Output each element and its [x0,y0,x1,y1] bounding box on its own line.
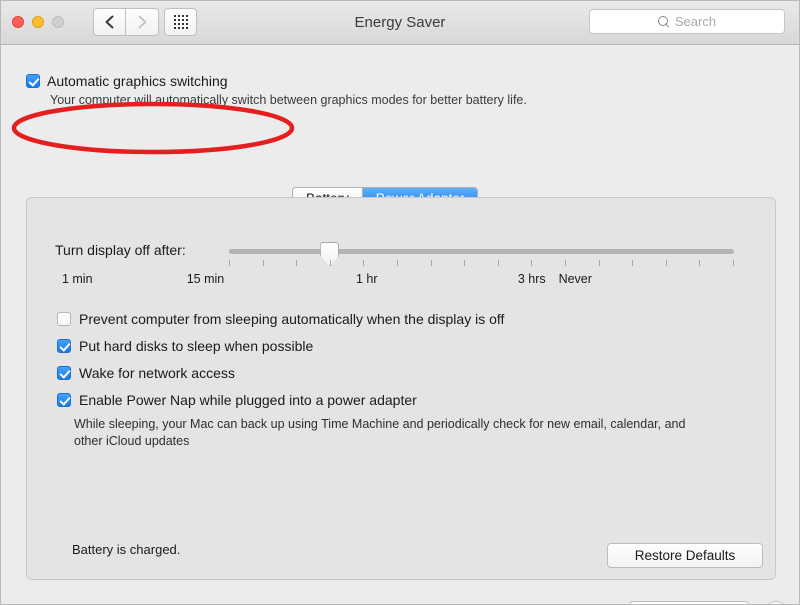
slider-tick [363,260,365,266]
display-sleep-slider-tick-labels: 1 min 15 min 1 hr 3 hrs Never [27,272,775,288]
slider-tick [733,260,734,266]
restore-defaults-button[interactable]: Restore Defaults [607,543,763,568]
energy-saver-window: Energy Saver Search Automatic graphics s… [0,0,800,605]
hard-disk-sleep-label: Put hard disks to sleep when possible [79,338,314,354]
display-sleep-slider-track[interactable] [229,249,734,254]
slider-tick [565,260,566,266]
automatic-graphics-switching-checkbox[interactable] [26,74,40,88]
option-row-wake-network[interactable]: Wake for network access [57,365,504,381]
wake-network-checkbox[interactable] [57,366,71,380]
automatic-graphics-switching-section: Automatic graphics switching Your comput… [26,73,527,107]
slider-scale-label: 3 hrs [517,272,546,286]
search-input[interactable]: Search [589,9,785,34]
window-toolbar: Energy Saver Search [1,1,799,45]
preferences-content: Automatic graphics switching Your comput… [1,45,799,604]
help-button[interactable]: ? [764,601,788,604]
slider-tick [497,260,499,266]
option-row-hard-disk-sleep[interactable]: Put hard disks to sleep when possible [57,338,504,354]
battery-status-text: Battery is charged. [72,542,181,557]
search-placeholder: Search [674,14,717,29]
automatic-graphics-switching-description: Your computer will automatically switch … [50,93,527,107]
annotation-ellipse [11,101,295,155]
slider-tick [699,260,701,266]
slider-tick [430,260,432,266]
prevent-sleep-checkbox[interactable] [57,312,71,326]
hard-disk-sleep-checkbox[interactable] [57,339,71,353]
option-row-power-nap[interactable]: Enable Power Nap while plugged into a po… [57,392,504,408]
prevent-sleep-label: Prevent computer from sleeping automatic… [79,311,505,327]
schedule-button[interactable]: Schedule... [629,601,749,604]
automatic-graphics-switching-label: Automatic graphics switching [47,73,228,89]
slider-tick [665,260,667,266]
slider-tick [531,260,533,266]
display-sleep-slider-label: Turn display off after: [55,242,186,258]
slider-tick [229,260,230,266]
power-adapter-settings-panel: Turn display off after: 1 min 15 min 1 hr 3… [26,197,776,580]
automatic-graphics-switching-checkbox-row[interactable]: Automatic graphics switching [26,73,527,89]
display-sleep-slider-ticks [229,260,734,267]
slider-tick [632,260,634,266]
slider-scale-label: 15 min [186,272,225,286]
slider-tick [296,260,298,266]
power-options-list: Prevent computer from sleeping automatic… [57,311,504,419]
search-icon [657,16,669,27]
slider-scale-label: 1 min [61,272,93,286]
slider-tick [329,260,331,266]
slider-tick [262,260,264,266]
power-nap-checkbox[interactable] [57,393,71,407]
slider-tick [598,260,600,266]
slider-tick [464,260,466,266]
slider-scale-label: 1 hr [355,272,378,286]
power-nap-description: While sleeping, your Mac can back up usi… [74,417,686,448]
slider-scale-label: Never [558,272,592,286]
option-row-prevent-sleep[interactable]: Prevent computer from sleeping automatic… [57,311,504,327]
power-nap-label: Enable Power Nap while plugged into a po… [79,392,417,408]
wake-network-label: Wake for network access [79,365,235,381]
slider-tick [397,260,398,266]
